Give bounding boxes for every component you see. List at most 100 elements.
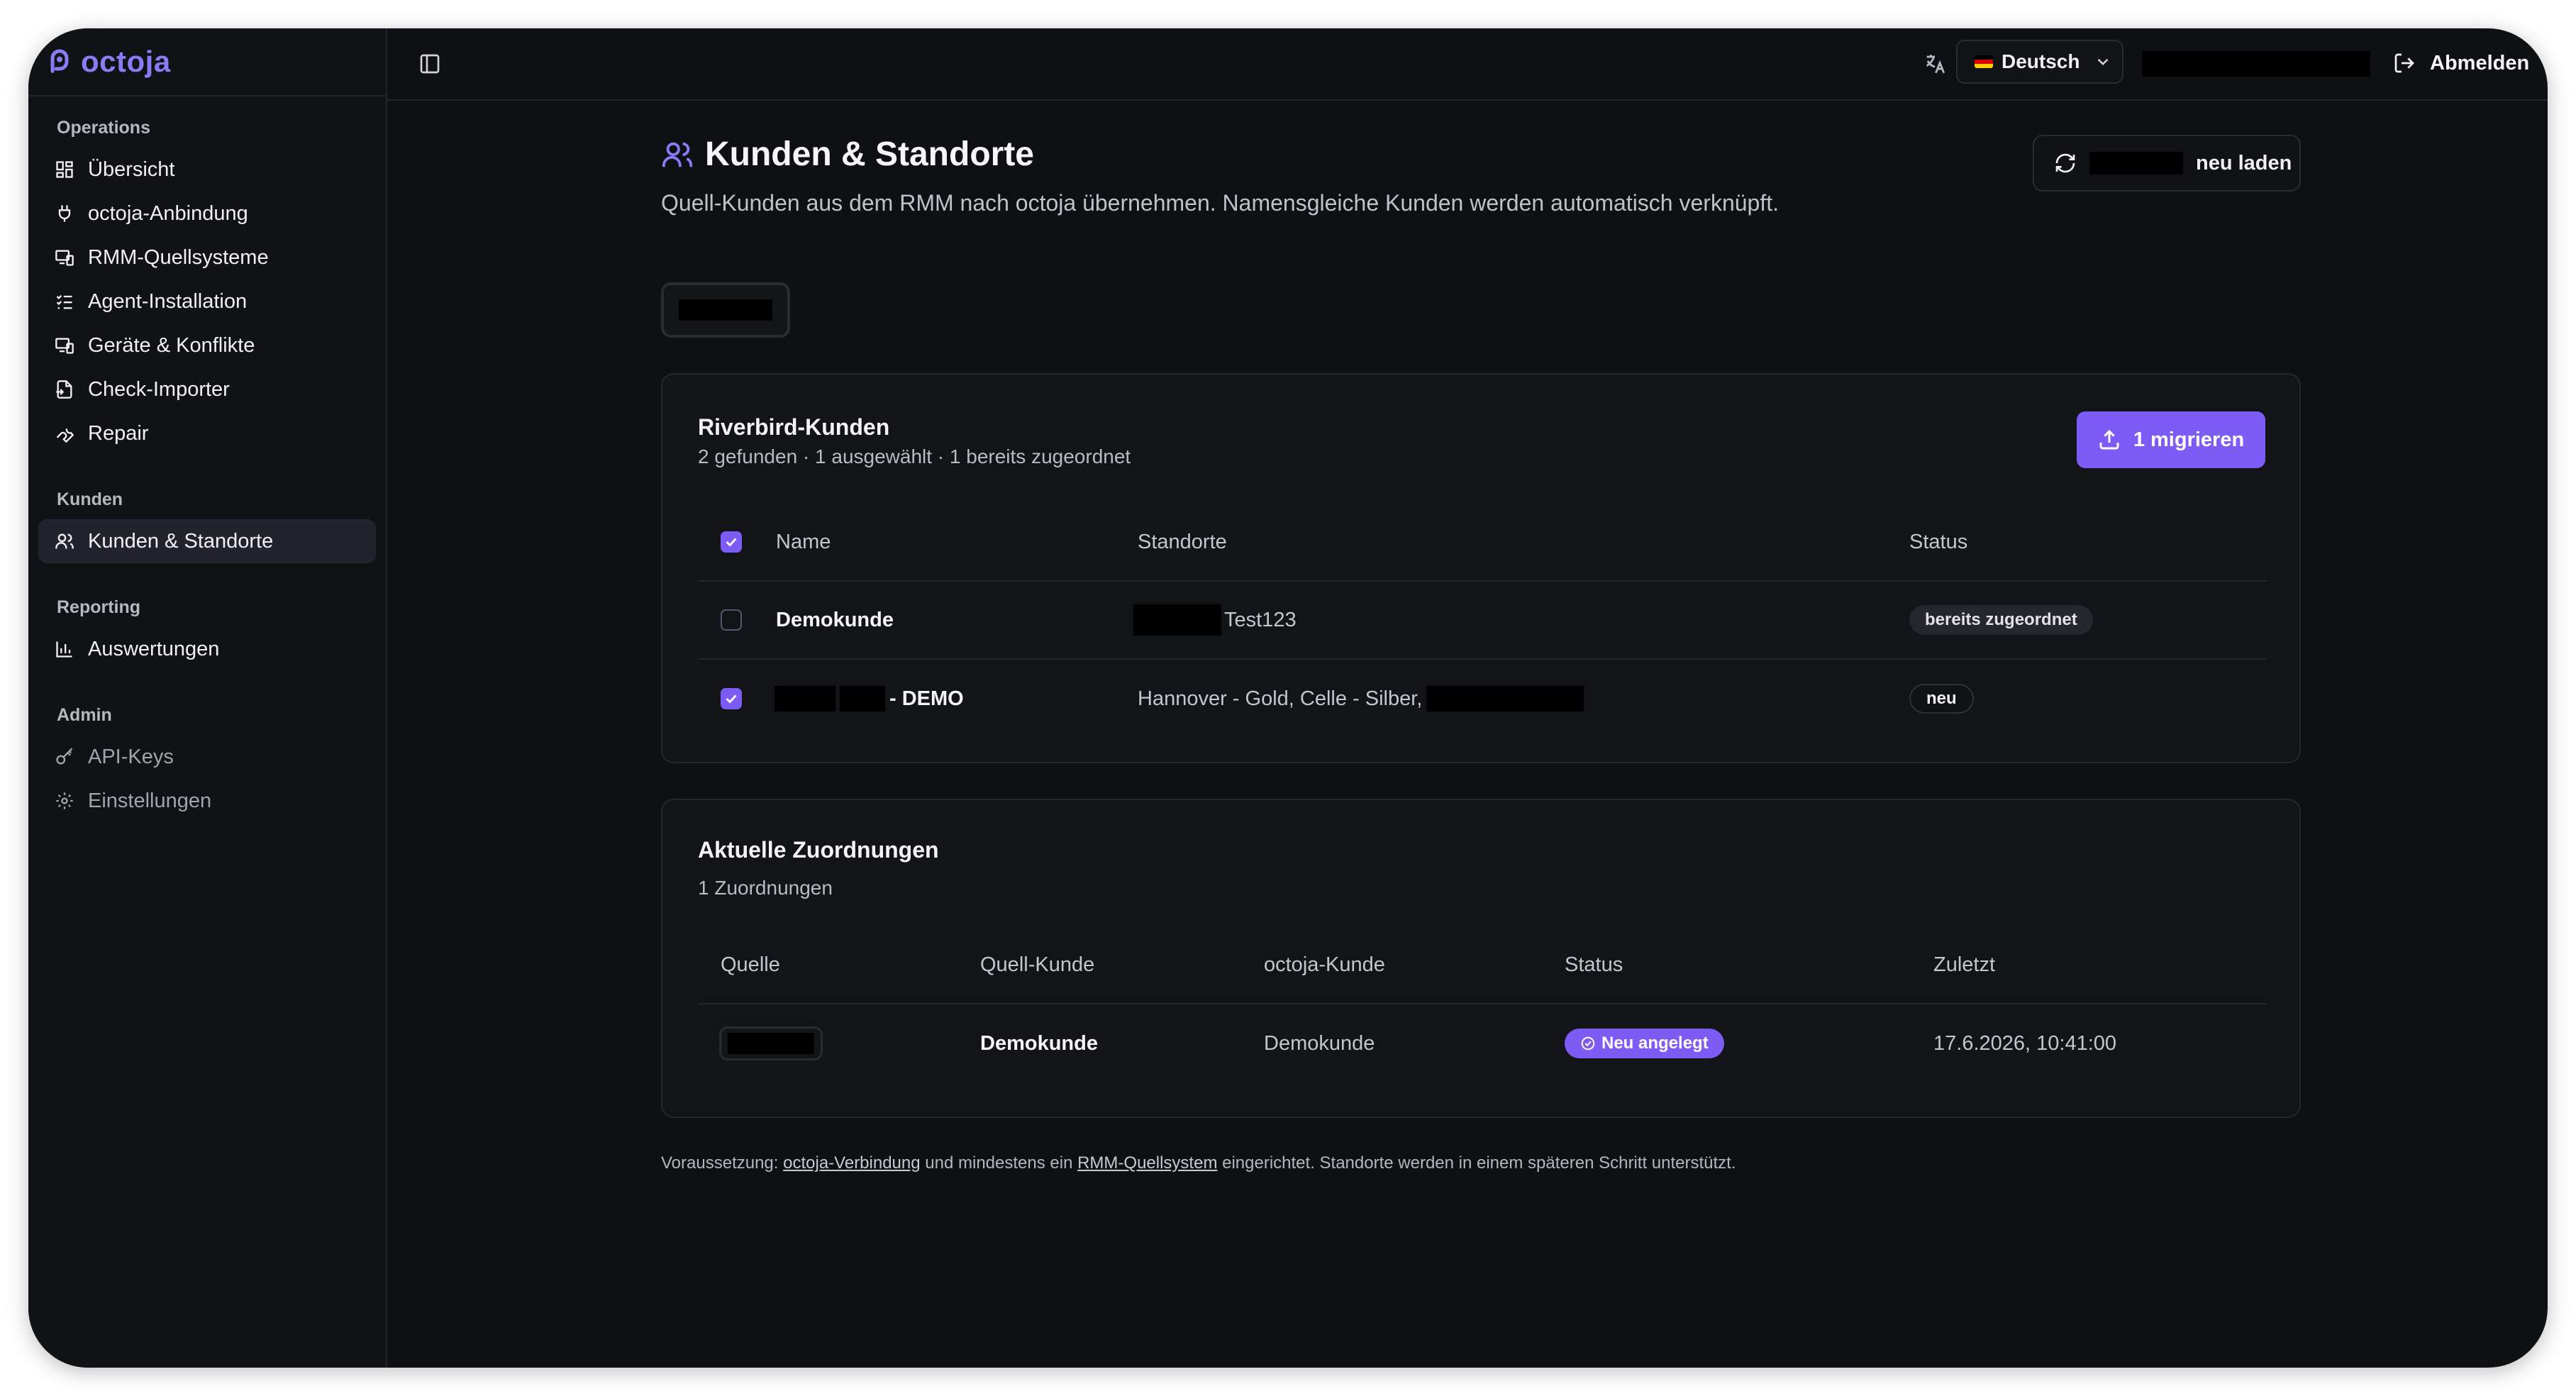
customer-name-text: - DEMO bbox=[889, 687, 964, 710]
customer-name: - DEMO bbox=[775, 660, 964, 738]
sidebar-item-rmm-quellsysteme[interactable]: RMM-Quellsysteme bbox=[38, 236, 376, 279]
row-select-cell bbox=[721, 660, 742, 738]
table-row[interactable]: - DEMO Hannover - Gold, Celle - Silber, … bbox=[698, 660, 2267, 738]
column-header: Status bbox=[1565, 953, 1623, 976]
source-customer: Demokunde bbox=[980, 1031, 1098, 1055]
mappings-table: Quelle Quell-Kunde octoja-Kunde Status Z… bbox=[698, 926, 2267, 1082]
sidebar-item-agent-installation[interactable]: Agent-Installation bbox=[38, 279, 376, 323]
topbar: Deutsch Abmelden bbox=[387, 28, 2548, 101]
page-title: Kunden & Standorte bbox=[705, 135, 1034, 173]
row-checkbox[interactable] bbox=[721, 609, 742, 631]
card-title: Aktuelle Zuordnungen bbox=[698, 837, 939, 863]
sidebar-item-label: Repair bbox=[88, 421, 149, 445]
locations-text: Hannover - Gold, Celle - Silber, bbox=[1138, 687, 1423, 710]
redacted-text bbox=[775, 686, 835, 711]
row-checkbox[interactable] bbox=[721, 688, 742, 709]
redacted-text bbox=[728, 1033, 814, 1054]
nav-section-kunden: Kunden Kunden & Standorte bbox=[28, 485, 386, 563]
redacted-text bbox=[840, 686, 885, 711]
footnote-prefix: Voraussetzung: bbox=[661, 1153, 779, 1173]
list-check-icon bbox=[54, 291, 75, 312]
sidebar-item-api-keys[interactable]: API-Keys bbox=[38, 735, 376, 779]
rmm-source-link[interactable]: RMM-Quellsystem bbox=[1077, 1153, 1217, 1173]
brand-name: octoja bbox=[81, 45, 171, 78]
logout-icon bbox=[2394, 53, 2414, 73]
sidebar-item-label: octoja-Anbindung bbox=[88, 201, 248, 225]
redacted-user bbox=[2142, 51, 2370, 77]
locations-text: Test123 bbox=[1224, 608, 1297, 631]
language-select[interactable]: Deutsch bbox=[1956, 40, 2123, 84]
users-icon bbox=[662, 142, 693, 167]
column-header: Zuletzt bbox=[1933, 953, 1996, 976]
redacted-text bbox=[679, 299, 772, 321]
table-row[interactable]: Demokunde Test123 bereits zugeordnet bbox=[698, 582, 2267, 660]
column-header: Quelle bbox=[721, 953, 780, 976]
section-label: Kunden bbox=[57, 489, 123, 509]
devices-icon bbox=[54, 335, 75, 356]
language-value: Deutsch bbox=[2002, 50, 2080, 72]
logout-button[interactable]: Abmelden bbox=[2393, 44, 2529, 82]
section-label: Admin bbox=[57, 704, 112, 725]
sidebar-item-uebersicht[interactable]: Übersicht bbox=[38, 148, 376, 192]
migrate-button[interactable]: 1 migrieren bbox=[2077, 411, 2265, 468]
status-badge: neu bbox=[1909, 684, 1974, 714]
sidebar-item-label: Agent-Installation bbox=[88, 289, 248, 313]
sidebar-item-label: API-Keys bbox=[88, 745, 174, 768]
card-summary: 1 Zuordnungen bbox=[698, 877, 833, 899]
nav-section-operations: Operations Übersicht octoja-Anbindung RM… bbox=[28, 113, 386, 455]
status-cell: neu bbox=[1909, 660, 1974, 738]
sidebar-item-check-importer[interactable]: Check-Importer bbox=[38, 367, 376, 411]
table-header-row: Name Standorte Status bbox=[698, 504, 2267, 582]
page-title-row: Kunden & Standorte bbox=[661, 135, 1034, 174]
sidebar: octoja Operations Übersicht octoja-Anbin… bbox=[28, 28, 387, 1368]
sidebar-item-kunden-standorte[interactable]: Kunden & Standorte bbox=[38, 519, 376, 563]
column-header: octoja-Kunde bbox=[1264, 953, 1385, 976]
plug-icon bbox=[54, 203, 75, 224]
sidebar-item-geraete-konflikte[interactable]: Geräte & Konflikte bbox=[38, 323, 376, 367]
sidebar-toggle-icon[interactable] bbox=[416, 50, 444, 78]
sidebar-item-einstellungen[interactable]: Einstellungen bbox=[38, 779, 376, 823]
table-row[interactable]: Demokunde Demokunde Neu angelegt 17.6.20… bbox=[698, 1004, 2267, 1082]
page-header: Kunden & Standorte Quell-Kunden aus dem … bbox=[661, 101, 2301, 257]
sidebar-item-repair[interactable]: Repair bbox=[38, 411, 376, 455]
section-label: Reporting bbox=[57, 597, 141, 617]
column-header: Status bbox=[1909, 530, 1968, 553]
file-import-icon bbox=[54, 379, 75, 400]
translate-icon bbox=[1921, 50, 1949, 78]
redacted-tab[interactable] bbox=[661, 282, 790, 338]
status-cell: Neu angelegt bbox=[1565, 1004, 1724, 1082]
status-badge: bereits zugeordnet bbox=[1909, 605, 2093, 635]
chevron-down-icon bbox=[2094, 52, 2112, 71]
select-all-checkbox[interactable] bbox=[721, 531, 742, 553]
sidebar-item-octoja-anbindung[interactable]: octoja-Anbindung bbox=[38, 192, 376, 236]
main-area: Deutsch Abmelden Kunden & Standorte Quel… bbox=[387, 28, 2548, 1368]
german-flag-icon bbox=[1975, 55, 1993, 68]
check-circle-icon bbox=[1581, 1036, 1595, 1051]
footnote-suffix: eingerichtet. Standorte werden in einem … bbox=[1222, 1153, 1736, 1173]
reload-button[interactable]: neu laden bbox=[2033, 135, 2301, 192]
reload-label: neu laden bbox=[2196, 151, 2292, 174]
sidebar-item-auswertungen[interactable]: Auswertungen bbox=[38, 627, 376, 671]
redacted-text bbox=[1426, 686, 1584, 711]
octoja-connection-link[interactable]: octoja-Verbindung bbox=[783, 1153, 920, 1173]
source-chip bbox=[719, 1026, 823, 1060]
page-content: Kunden & Standorte Quell-Kunden aus dem … bbox=[661, 101, 2301, 1173]
key-icon bbox=[54, 746, 75, 768]
row-select-cell bbox=[721, 582, 742, 658]
gear-icon bbox=[54, 790, 75, 811]
sidebar-item-label: Geräte & Konflikte bbox=[88, 333, 255, 357]
devices-icon bbox=[54, 247, 75, 268]
status-cell: bereits zugeordnet bbox=[1909, 582, 2093, 658]
sidebar-item-label: Check-Importer bbox=[88, 377, 230, 401]
sidebar-item-label: Einstellungen bbox=[88, 789, 212, 812]
current-mappings-card: Aktuelle Zuordnungen 1 Zuordnungen Quell… bbox=[661, 799, 2301, 1118]
octoja-logo-icon bbox=[45, 48, 74, 76]
status-badge: Neu angelegt bbox=[1565, 1029, 1724, 1058]
migrate-label: 1 migrieren bbox=[2133, 428, 2245, 451]
card-summary: 2 gefunden · 1 ausgewählt · 1 bereits zu… bbox=[698, 445, 1131, 467]
customer-locations: Test123 bbox=[1133, 582, 1297, 658]
column-header: Name bbox=[776, 530, 831, 553]
footnote: Voraussetzung: octoja-Verbindung und min… bbox=[661, 1153, 1736, 1173]
status-text: Neu angelegt bbox=[1601, 1034, 1709, 1053]
brand[interactable]: octoja bbox=[28, 28, 386, 96]
